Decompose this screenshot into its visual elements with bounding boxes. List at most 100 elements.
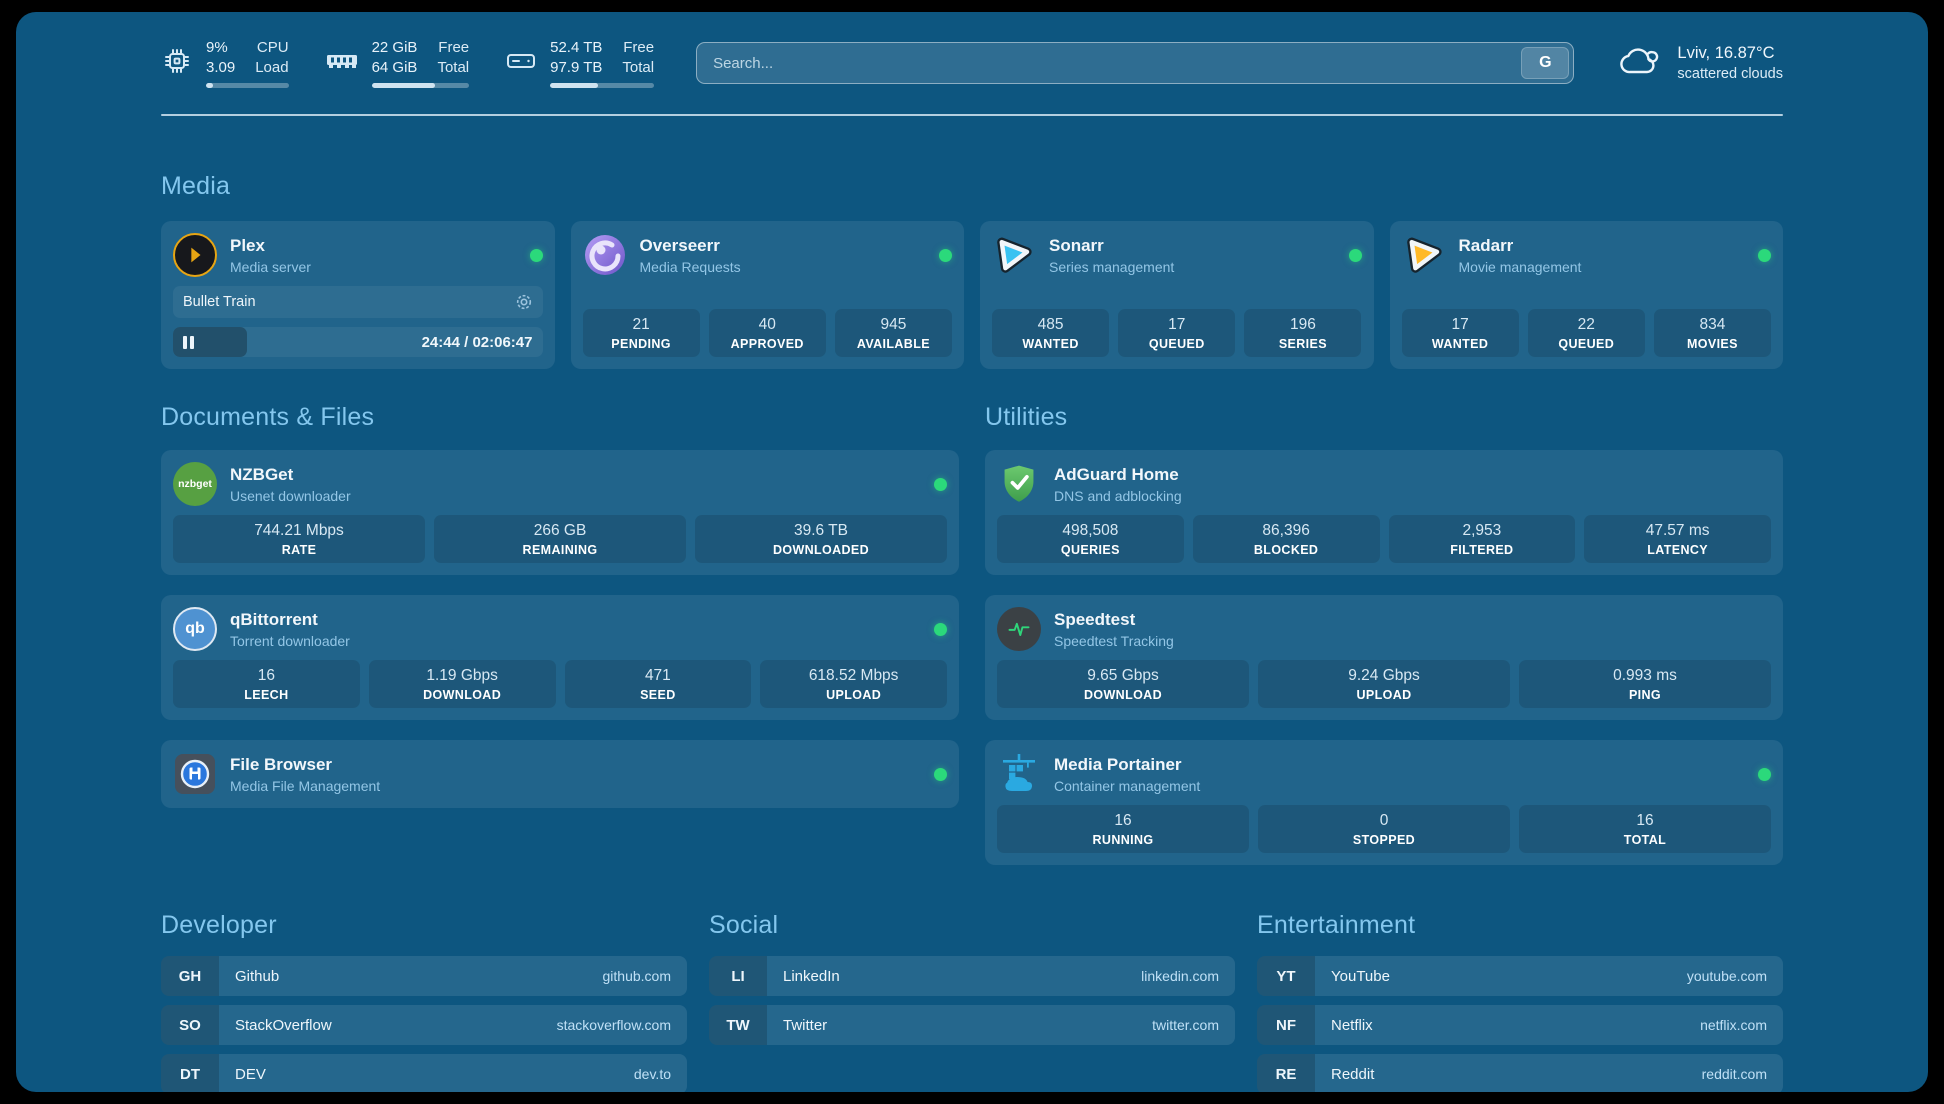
- search-input[interactable]: [696, 42, 1574, 84]
- memory-total: 64 GiB: [372, 58, 418, 78]
- app-card-nzbget[interactable]: nzbget NZBGet Usenet downloader 744.21 M…: [161, 450, 959, 575]
- speedtest-icon: [997, 607, 1041, 651]
- app-subtitle: Usenet downloader: [230, 488, 351, 504]
- app-subtitle: Media Requests: [640, 259, 741, 275]
- app-name: AdGuard Home: [1054, 465, 1182, 485]
- stat-tile: 86,396BLOCKED: [1193, 515, 1380, 563]
- documents-section-title: Documents & Files: [161, 403, 959, 432]
- app-card-overseerr[interactable]: Overseerr Media Requests 21PENDING 40APP…: [571, 221, 965, 369]
- twitter-abbr-icon: TW: [709, 1005, 767, 1045]
- playback-time: 24:44 / 02:06:47: [422, 334, 533, 351]
- status-online-dot: [934, 768, 947, 781]
- cpu-usage: 9%: [206, 38, 235, 58]
- stat-tile: 9.24 GbpsUPLOAD: [1258, 660, 1510, 708]
- stat-tile: 17QUEUED: [1118, 309, 1235, 357]
- link-youtube[interactable]: YT YouTube youtube.com: [1257, 956, 1783, 996]
- stat-tile: 22QUEUED: [1528, 309, 1645, 357]
- memory-label-top: Free: [437, 38, 469, 58]
- link-reddit[interactable]: RE Reddit reddit.com: [1257, 1054, 1783, 1092]
- app-subtitle: Media File Management: [230, 778, 380, 794]
- system-stats: 9% 3.09 CPU Load: [161, 38, 654, 88]
- app-name: File Browser: [230, 755, 380, 775]
- link-netflix[interactable]: NF Netflix netflix.com: [1257, 1005, 1783, 1045]
- stat-tile: 471SEED: [565, 660, 752, 708]
- app-subtitle: Movie management: [1459, 259, 1582, 275]
- app-name: Plex: [230, 236, 311, 256]
- social-section: Social LI LinkedIn linkedin.com TW Twitt…: [709, 911, 1235, 1092]
- stat-tile: 17WANTED: [1402, 309, 1519, 357]
- disk-progress-bar: [550, 83, 654, 88]
- github-abbr-icon: GH: [161, 956, 219, 996]
- netflix-abbr-icon: NF: [1257, 1005, 1315, 1045]
- app-card-sonarr[interactable]: Sonarr Series management 485WANTED 17QUE…: [980, 221, 1374, 369]
- cpu-progress-bar: [206, 83, 289, 88]
- stat-tile: 0.993 msPING: [1519, 660, 1771, 708]
- adguard-icon: [997, 462, 1041, 506]
- social-section-title: Social: [709, 911, 1235, 940]
- app-card-filebrowser[interactable]: File Browser Media File Management: [161, 740, 959, 808]
- app-card-radarr[interactable]: Radarr Movie management 17WANTED 22QUEUE…: [1390, 221, 1784, 369]
- link-twitter[interactable]: TW Twitter twitter.com: [709, 1005, 1235, 1045]
- reddit-abbr-icon: RE: [1257, 1054, 1315, 1092]
- app-card-qbittorrent[interactable]: qb qBittorrent Torrent downloader 16LEEC…: [161, 595, 959, 720]
- app-subtitle: Container management: [1054, 778, 1200, 794]
- developer-section-title: Developer: [161, 911, 687, 940]
- search-bar: G: [696, 42, 1574, 84]
- disk-icon: [505, 48, 537, 79]
- stat-tile: 16RUNNING: [997, 805, 1249, 853]
- status-online-dot: [1349, 249, 1362, 262]
- status-online-dot: [934, 623, 947, 636]
- status-online-dot: [934, 478, 947, 491]
- linkedin-abbr-icon: LI: [709, 956, 767, 996]
- utilities-section: Utilities: [985, 403, 1783, 865]
- app-name: Media Portainer: [1054, 755, 1200, 775]
- app-card-plex[interactable]: Plex Media server Bullet Train: [161, 221, 555, 369]
- app-name: Radarr: [1459, 236, 1582, 256]
- app-card-portainer[interactable]: Media Portainer Container management 16R…: [985, 740, 1783, 865]
- cpu-load: 3.09: [206, 58, 235, 78]
- stat-tile: 0STOPPED: [1258, 805, 1510, 853]
- disk-label-bottom: Total: [622, 58, 654, 78]
- session-options-icon[interactable]: [515, 293, 533, 311]
- stat-tile: 744.21 MbpsRATE: [173, 515, 425, 563]
- sonarr-icon: [992, 233, 1036, 277]
- stackoverflow-abbr-icon: SO: [161, 1005, 219, 1045]
- stat-tile: 266 GBREMAINING: [434, 515, 686, 563]
- memory-free: 22 GiB: [372, 38, 418, 58]
- utilities-section-title: Utilities: [985, 403, 1783, 432]
- weather-condition: scattered clouds: [1677, 66, 1783, 82]
- stat-tile: 39.6 TBDOWNLOADED: [695, 515, 947, 563]
- link-stackoverflow[interactable]: SO StackOverflow stackoverflow.com: [161, 1005, 687, 1045]
- overseerr-icon: [583, 233, 627, 277]
- plex-icon: [173, 233, 217, 277]
- header-divider: [161, 114, 1783, 116]
- dev-abbr-icon: DT: [161, 1054, 219, 1092]
- cloud-icon: [1616, 41, 1662, 86]
- disk-total: 97.9 TB: [550, 58, 602, 78]
- now-playing-row: Bullet Train: [173, 286, 543, 318]
- app-subtitle: Speedtest Tracking: [1054, 633, 1174, 649]
- search-engine-button[interactable]: G: [1521, 47, 1569, 79]
- app-subtitle: DNS and adblocking: [1054, 488, 1182, 504]
- status-online-dot: [939, 249, 952, 262]
- nzbget-icon: nzbget: [173, 462, 217, 506]
- entertainment-section: Entertainment YT YouTube youtube.com NF …: [1257, 911, 1783, 1092]
- app-card-adguard[interactable]: AdGuard Home DNS and adblocking 498,508Q…: [985, 450, 1783, 575]
- qbittorrent-icon: qb: [173, 607, 217, 651]
- memory-progress-bar: [372, 83, 470, 88]
- filebrowser-icon: [173, 752, 217, 796]
- link-linkedin[interactable]: LI LinkedIn linkedin.com: [709, 956, 1235, 996]
- stat-tile: 1.19 GbpsDOWNLOAD: [369, 660, 556, 708]
- now-playing-title: Bullet Train: [183, 294, 256, 310]
- app-card-speedtest[interactable]: Speedtest Speedtest Tracking 9.65 GbpsDO…: [985, 595, 1783, 720]
- link-github[interactable]: GH Github github.com: [161, 956, 687, 996]
- app-subtitle: Media server: [230, 259, 311, 275]
- media-section-title: Media: [161, 172, 1783, 201]
- entertainment-section-title: Entertainment: [1257, 911, 1783, 940]
- portainer-icon: [997, 752, 1041, 796]
- memory-stat: 22 GiB 64 GiB Free Total: [325, 38, 470, 88]
- disk-free: 52.4 TB: [550, 38, 602, 58]
- link-dev[interactable]: DT DEV dev.to: [161, 1054, 687, 1092]
- youtube-abbr-icon: YT: [1257, 956, 1315, 996]
- media-section: Media Plex Media server Bullet Train: [161, 172, 1783, 369]
